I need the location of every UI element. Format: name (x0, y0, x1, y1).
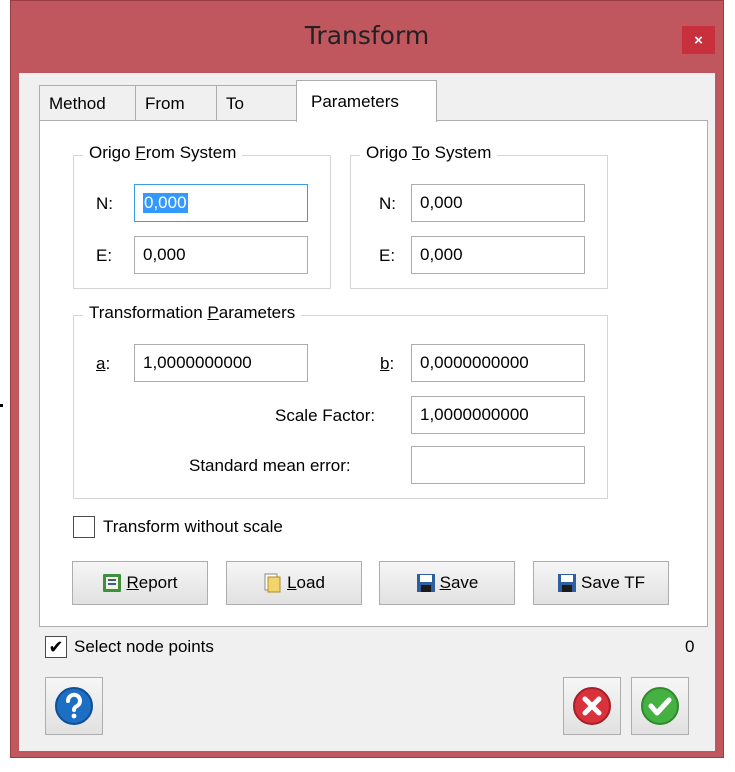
param-b-input[interactable]: 0,0000000000 (411, 344, 585, 382)
report-button[interactable]: Report (72, 561, 208, 605)
floppy-icon (416, 574, 435, 592)
transform-without-scale-label: Transform without scale (103, 517, 283, 536)
tab-to[interactable]: To (216, 85, 297, 121)
checkmark-icon: ✔ (48, 637, 64, 657)
transformation-params-group: Transformation Parameters a: 1,000000000… (73, 303, 608, 499)
origo-to-n-label: N: (379, 194, 396, 213)
window-title: Transform (304, 21, 430, 50)
origo-to-legend: Origo To System (360, 143, 498, 163)
cancel-icon (573, 687, 611, 725)
scale-factor-input[interactable]: 1,0000000000 (411, 396, 585, 434)
ok-button[interactable] (631, 677, 689, 735)
tab-from[interactable]: From (135, 85, 217, 121)
standard-mean-error-input[interactable] (411, 446, 585, 484)
origo-from-e-value: 0,000 (143, 245, 186, 264)
parameters-panel: Origo From System N: 0,000 E: 0,000 Orig… (39, 120, 708, 627)
origo-to-e-label: E: (379, 246, 396, 265)
report-icon (103, 574, 122, 592)
load-button[interactable]: Load (226, 561, 362, 605)
report-button-label: Report (126, 573, 178, 592)
load-button-label: Load (287, 573, 325, 592)
tab-method[interactable]: Method (39, 85, 136, 121)
save-button[interactable]: Save (379, 561, 515, 605)
origo-to-e-input[interactable]: 0,000 (411, 236, 585, 274)
tab-label: Method (49, 93, 106, 113)
tab-label: To (226, 93, 244, 113)
origo-to-n-value: 0,000 (420, 193, 463, 212)
stray-pixel (0, 404, 3, 407)
origo-from-n-input[interactable]: 0,000 (134, 184, 308, 222)
tab-label: From (145, 93, 185, 113)
origo-from-legend: Origo From System (83, 143, 243, 163)
close-icon: × (694, 31, 703, 49)
transform-dialog: Transform × Method From To Parameters Or… (10, 0, 724, 758)
origo-from-n-value: 0,000 (143, 193, 188, 213)
param-b-label: b: (380, 354, 395, 373)
scale-factor-label: Scale Factor: (275, 406, 376, 425)
param-b-value: 0,0000000000 (420, 353, 529, 372)
scale-factor-value: 1,0000000000 (420, 405, 529, 424)
origo-from-group: Origo From System N: 0,000 E: 0,000 (73, 143, 331, 289)
help-icon (55, 687, 93, 725)
origo-from-e-input[interactable]: 0,000 (134, 236, 308, 274)
help-button[interactable] (45, 677, 103, 735)
ok-check-icon (641, 687, 679, 725)
origo-from-e-label: E: (96, 246, 113, 265)
origo-to-group: Origo To System N: 0,000 E: 0,000 (350, 143, 608, 289)
origo-from-n-label: N: (96, 194, 113, 213)
node-count: 0 (685, 637, 695, 656)
param-a-value: 1,0000000000 (143, 353, 252, 372)
param-a-input[interactable]: 1,0000000000 (134, 344, 308, 382)
standard-mean-error-label: Standard mean error: (189, 456, 351, 475)
save-tf-button-label: Save TF (581, 573, 645, 592)
dialog-client: Method From To Parameters Origo From Sys… (19, 73, 715, 751)
cancel-button[interactable] (563, 677, 621, 735)
save-tf-button[interactable]: Save TF (533, 561, 669, 605)
origo-to-n-input[interactable]: 0,000 (411, 184, 585, 222)
param-a-label: a: (96, 354, 111, 373)
floppy-icon (558, 574, 577, 592)
title-bar[interactable]: Transform × (11, 1, 723, 73)
tab-label: Parameters (311, 91, 399, 111)
transformation-params-legend: Transformation Parameters (83, 303, 302, 323)
folder-icon (264, 573, 281, 593)
tab-parameters[interactable]: Parameters (296, 80, 437, 122)
save-button-label: Save (439, 573, 479, 592)
select-node-points-label: Select node points (74, 637, 214, 656)
transform-without-scale-checkbox[interactable] (73, 516, 95, 538)
select-node-points-checkbox[interactable]: ✔ (45, 636, 67, 658)
close-button[interactable]: × (682, 26, 715, 54)
origo-to-e-value: 0,000 (420, 245, 463, 264)
